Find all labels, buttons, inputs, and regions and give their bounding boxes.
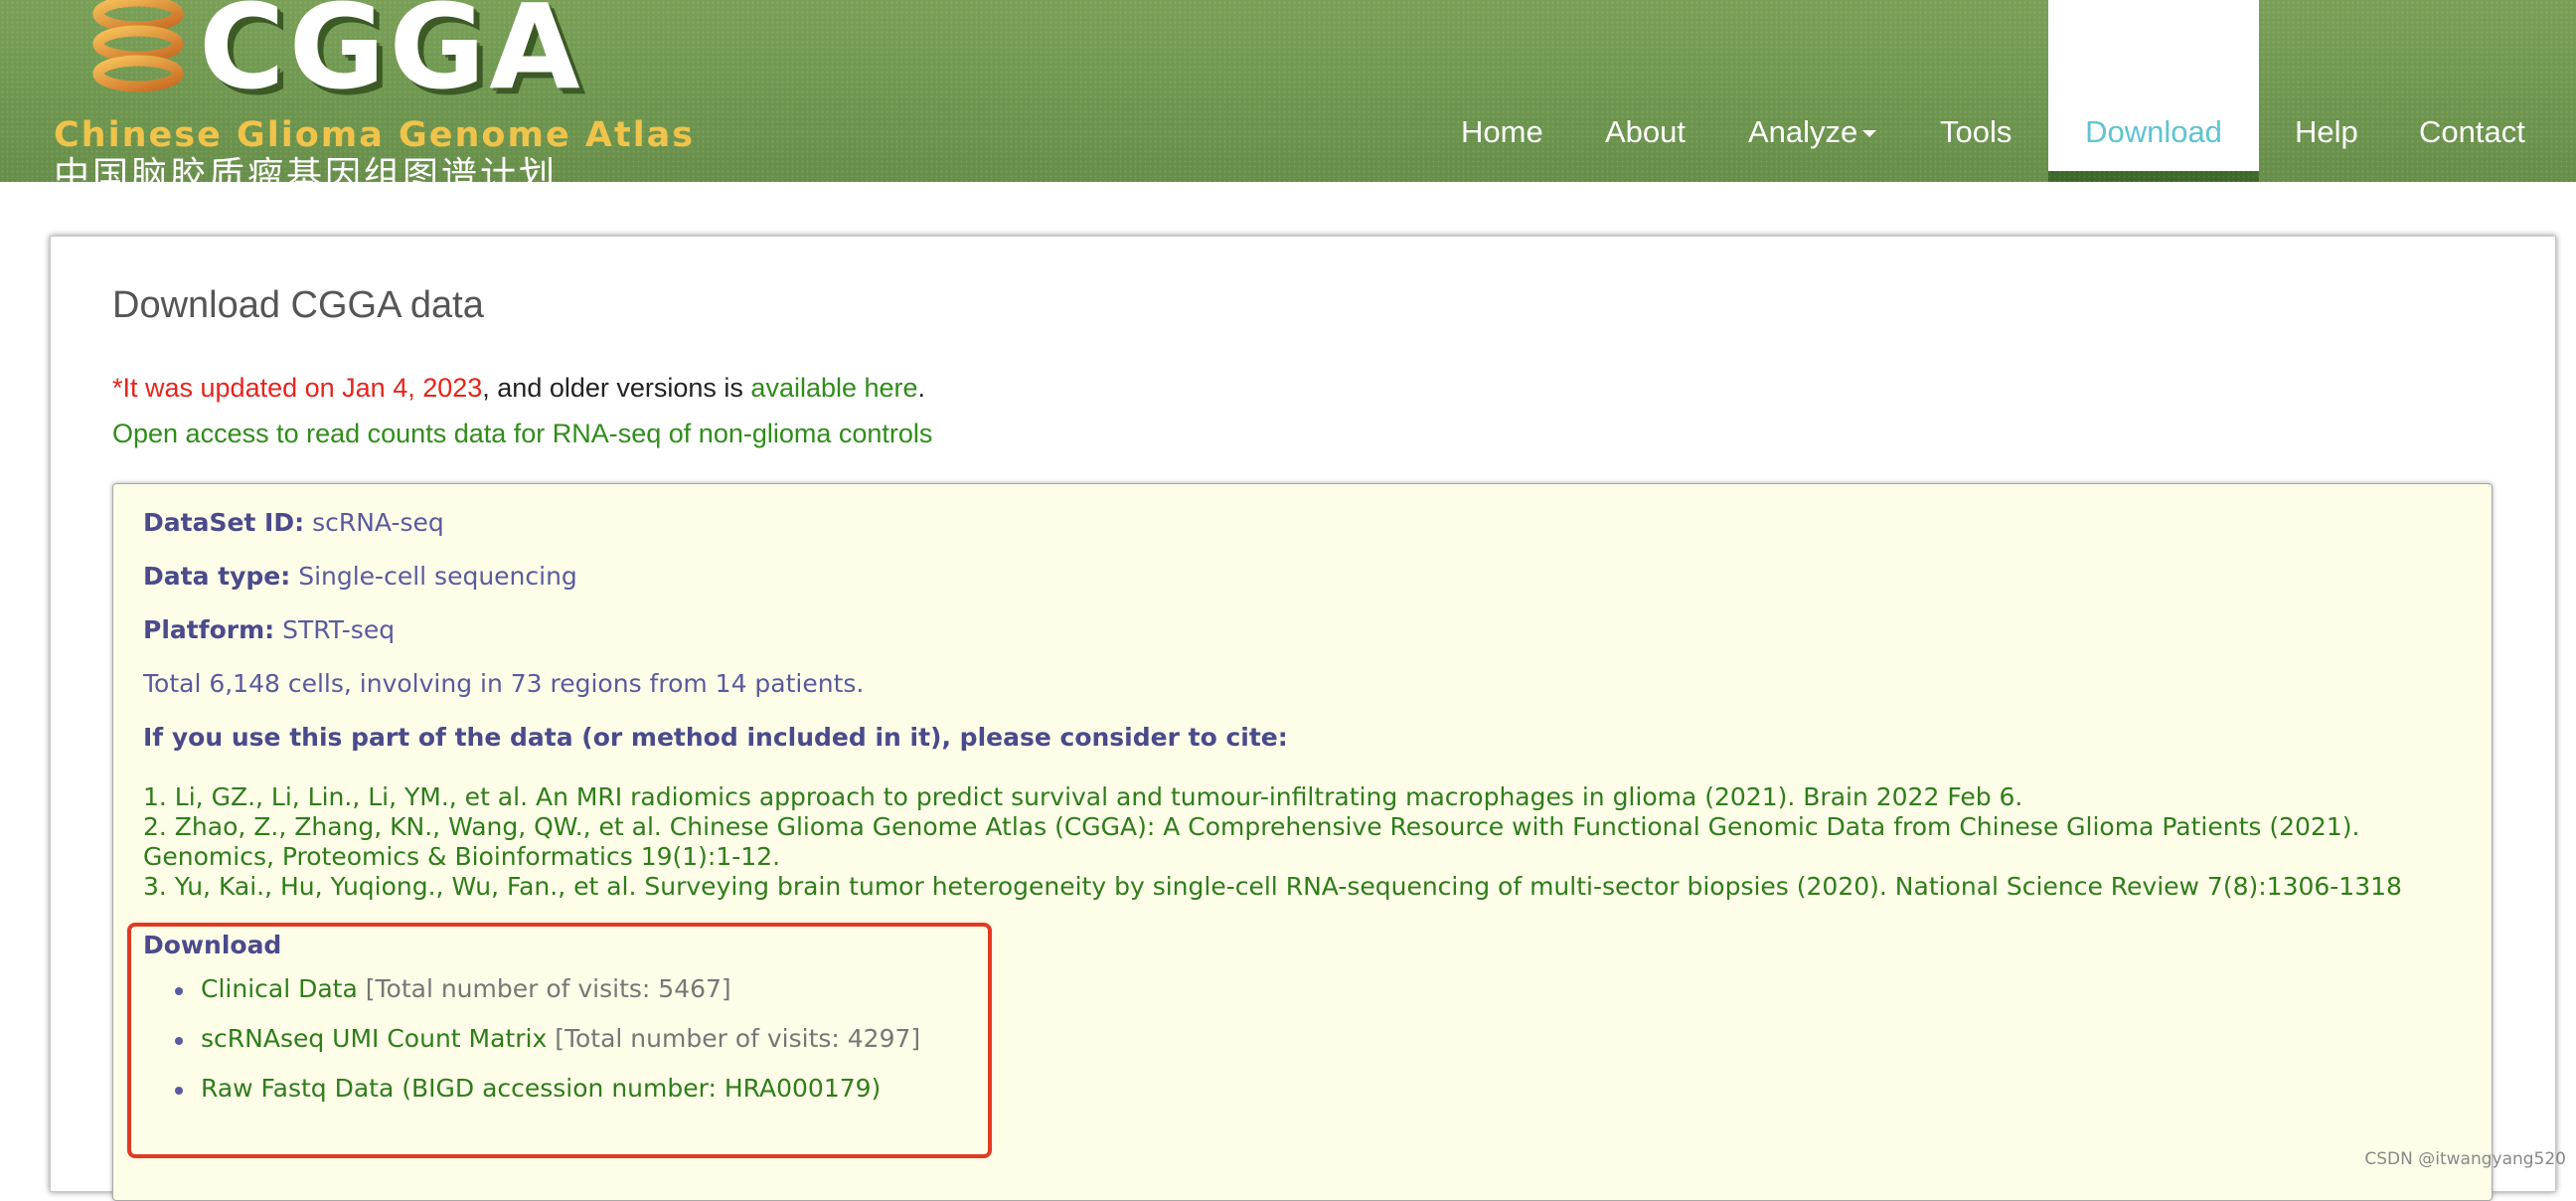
dataset-id-label: DataSet ID:	[143, 508, 305, 537]
update-end-text: .	[917, 373, 926, 403]
update-notice: *It was updated on Jan 4, 2023, and olde…	[112, 373, 925, 404]
download-section-highlight: Download Clinical Data [Total number of …	[127, 923, 992, 1158]
reference-item[interactable]: 2. Zhao, Z., Zhang, KN., Wang, QW., et a…	[143, 812, 2469, 872]
clinical-visits-note: [Total number of visits: 5467]	[357, 974, 731, 1003]
nav-about[interactable]: About	[1605, 0, 1686, 182]
older-versions-link[interactable]: available here	[750, 373, 917, 403]
nav-analyze[interactable]: Analyze	[1748, 0, 1877, 182]
dataset-id-row: DataSet ID: scRNA-seq	[143, 508, 444, 537]
non-glioma-controls-link[interactable]: Open access to read counts data for RNA-…	[112, 419, 932, 449]
reference-item[interactable]: 1. Li, GZ., Li, Lin., Li, YM., et al. An…	[143, 782, 2469, 812]
umi-count-matrix-link[interactable]: scRNAseq UMI Count Matrix	[201, 1024, 547, 1053]
cite-heading: If you use this part of the data (or met…	[143, 723, 1288, 752]
page-title: Download CGGA data	[112, 284, 484, 326]
caret-down-icon	[1862, 130, 1877, 138]
nav-contact[interactable]: Contact	[2419, 0, 2525, 182]
dataset-card: DataSet ID: scRNA-seq Data type: Single-…	[112, 483, 2493, 1201]
download-item-raw-fastq: Raw Fastq Data (BIGD accession number: H…	[175, 1074, 920, 1123]
dataset-id-value: scRNA-seq	[312, 508, 444, 537]
logo-text: CGGA	[199, 0, 584, 115]
update-date-text: *It was updated on Jan 4, 2023	[112, 373, 483, 403]
download-item-umi-matrix: scRNAseq UMI Count Matrix [Total number …	[175, 1024, 920, 1074]
platform-row: Platform: STRT-seq	[143, 615, 395, 644]
platform-value: STRT-seq	[282, 615, 396, 644]
data-type-label: Data type:	[143, 562, 291, 591]
logo-subtitle: Chinese Glioma Genome Atlas	[54, 115, 696, 155]
dataset-summary: Total 6,148 cells, involving in 73 regio…	[143, 669, 865, 698]
site-header: CGGA Chinese Glioma Genome Atlas 中国脑胶质瘤基…	[0, 0, 2576, 182]
data-type-row: Data type: Single-cell sequencing	[143, 562, 577, 591]
clinical-data-link[interactable]: Clinical Data	[201, 974, 358, 1003]
nav-home[interactable]: Home	[1461, 0, 1543, 182]
reference-list: 1. Li, GZ., Li, Lin., Li, YM., et al. An…	[143, 782, 2469, 902]
watermark: CSDN @itwangyang520	[2364, 1149, 2566, 1169]
nav-help[interactable]: Help	[2295, 0, 2358, 182]
platform-label: Platform:	[143, 615, 275, 644]
main-panel: Download CGGA data *It was updated on Ja…	[50, 236, 2556, 1201]
data-type-value: Single-cell sequencing	[298, 562, 577, 591]
download-item-clinical: Clinical Data [Total number of visits: 5…	[175, 974, 920, 1024]
update-middle-text: , and older versions is	[482, 373, 751, 403]
logo-chinese-subtitle: 中国脑胶质瘤基因组图谱计划	[54, 155, 559, 183]
nav-analyze-label: Analyze	[1748, 114, 1858, 149]
dna-helix-logo-icon	[92, 0, 184, 92]
raw-fastq-link[interactable]: Raw Fastq Data (BIGD accession number: H…	[201, 1074, 881, 1103]
nav-tools[interactable]: Tools	[1940, 0, 2012, 182]
nav-download[interactable]: Download	[2048, 0, 2259, 182]
download-heading: Download	[143, 931, 282, 959]
umi-visits-note: [Total number of visits: 4297]	[547, 1024, 921, 1053]
reference-item[interactable]: 3. Yu, Kai., Hu, Yuqiong., Wu, Fan., et …	[143, 872, 2469, 902]
download-list: Clinical Data [Total number of visits: 5…	[175, 974, 920, 1123]
